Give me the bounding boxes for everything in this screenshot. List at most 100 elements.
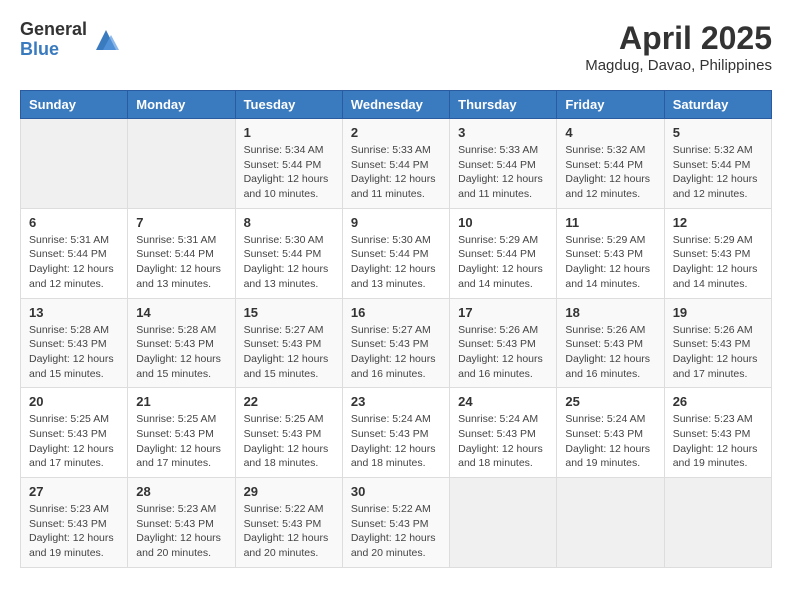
day-info: Sunrise: 5:26 AM Sunset: 5:43 PM Dayligh…	[565, 323, 655, 382]
calendar-cell: 9 Sunrise: 5:30 AM Sunset: 5:44 PM Daylig…	[342, 208, 449, 298]
week-row-1: 1 Sunrise: 5:34 AM Sunset: 5:44 PM Daylig…	[21, 119, 772, 209]
day-number: 25	[565, 394, 655, 409]
weekday-header-row: SundayMondayTuesdayWednesdayThursdayFrid…	[21, 91, 772, 119]
day-number: 9	[351, 215, 441, 230]
day-number: 10	[458, 215, 548, 230]
calendar-cell	[450, 478, 557, 568]
day-info: Sunrise: 5:32 AM Sunset: 5:44 PM Dayligh…	[565, 143, 655, 202]
day-info: Sunrise: 5:31 AM Sunset: 5:44 PM Dayligh…	[136, 233, 226, 292]
day-info: Sunrise: 5:25 AM Sunset: 5:43 PM Dayligh…	[136, 412, 226, 471]
day-number: 20	[29, 394, 119, 409]
day-number: 2	[351, 125, 441, 140]
day-info: Sunrise: 5:31 AM Sunset: 5:44 PM Dayligh…	[29, 233, 119, 292]
day-info: Sunrise: 5:28 AM Sunset: 5:43 PM Dayligh…	[136, 323, 226, 382]
day-number: 7	[136, 215, 226, 230]
calendar-cell: 25Sunrise: 5:24 AM Sunset: 5:43 PM Dayli…	[557, 388, 664, 478]
day-number: 5	[673, 125, 763, 140]
calendar-cell: 1 Sunrise: 5:34 AM Sunset: 5:44 PM Daylig…	[235, 119, 342, 209]
month-title: April 2025	[585, 20, 772, 57]
day-number: 23	[351, 394, 441, 409]
calendar-table: SundayMondayTuesdayWednesdayThursdayFrid…	[20, 90, 772, 568]
day-number: 29	[244, 484, 334, 499]
weekday-header-thursday: Thursday	[450, 91, 557, 119]
week-row-4: 20 Sunrise: 5:25 AM Sunset: 5:43 PM Dayli…	[21, 388, 772, 478]
title-block: April 2025 Magdug, Davao, Philippines	[585, 20, 772, 74]
calendar-cell: 6 Sunrise: 5:31 AM Sunset: 5:44 PM Daylig…	[21, 208, 128, 298]
day-number: 1	[244, 125, 334, 140]
calendar-cell: 12 Sunrise: 5:29 AM Sunset: 5:43 PM Dayli…	[664, 208, 771, 298]
weekday-header-wednesday: Wednesday	[342, 91, 449, 119]
calendar-cell: 18 Sunrise: 5:26 AM Sunset: 5:43 PM Dayli…	[557, 298, 664, 388]
calendar-cell: 8 Sunrise: 5:30 AM Sunset: 5:44 PM Daylig…	[235, 208, 342, 298]
calendar-cell: 5 Sunrise: 5:32 AM Sunset: 5:44 PM Daylig…	[664, 119, 771, 209]
week-row-3: 13 Sunrise: 5:28 AM Sunset: 5:43 PM Dayli…	[21, 298, 772, 388]
calendar-cell: 13 Sunrise: 5:28 AM Sunset: 5:43 PM Dayli…	[21, 298, 128, 388]
day-info: Sunrise: 5:29 AM Sunset: 5:43 PM Dayligh…	[565, 233, 655, 292]
day-number: 13	[29, 305, 119, 320]
weekday-header-saturday: Saturday	[664, 91, 771, 119]
calendar-cell: 2Sunrise: 5:33 AM Sunset: 5:44 PM Daylig…	[342, 119, 449, 209]
calendar-cell: 30Sunrise: 5:22 AM Sunset: 5:43 PM Dayli…	[342, 478, 449, 568]
calendar-cell: 19Sunrise: 5:26 AM Sunset: 5:43 PM Dayli…	[664, 298, 771, 388]
day-number: 16	[351, 305, 441, 320]
day-number: 18	[565, 305, 655, 320]
day-number: 11	[565, 215, 655, 230]
weekday-header-sunday: Sunday	[21, 91, 128, 119]
calendar-cell: 11 Sunrise: 5:29 AM Sunset: 5:43 PM Dayli…	[557, 208, 664, 298]
week-row-2: 6 Sunrise: 5:31 AM Sunset: 5:44 PM Daylig…	[21, 208, 772, 298]
calendar-cell	[557, 478, 664, 568]
day-number: 15	[244, 305, 334, 320]
day-info: Sunrise: 5:25 AM Sunset: 5:43 PM Dayligh…	[244, 412, 334, 471]
calendar-cell: 28 Sunrise: 5:23 AM Sunset: 5:43 PM Dayli…	[128, 478, 235, 568]
weekday-header-friday: Friday	[557, 91, 664, 119]
day-number: 28	[136, 484, 226, 499]
day-info: Sunrise: 5:29 AM Sunset: 5:43 PM Dayligh…	[673, 233, 763, 292]
day-info: Sunrise: 5:26 AM Sunset: 5:43 PM Dayligh…	[673, 323, 763, 382]
day-number: 8	[244, 215, 334, 230]
weekday-header-monday: Monday	[128, 91, 235, 119]
week-row-5: 27 Sunrise: 5:23 AM Sunset: 5:43 PM Dayli…	[21, 478, 772, 568]
day-info: Sunrise: 5:23 AM Sunset: 5:43 PM Dayligh…	[136, 502, 226, 561]
location-subtitle: Magdug, Davao, Philippines	[585, 57, 772, 74]
day-info: Sunrise: 5:34 AM Sunset: 5:44 PM Dayligh…	[244, 143, 334, 202]
calendar-cell: 26 Sunrise: 5:23 AM Sunset: 5:43 PM Dayli…	[664, 388, 771, 478]
day-info: Sunrise: 5:30 AM Sunset: 5:44 PM Dayligh…	[244, 233, 334, 292]
day-info: Sunrise: 5:23 AM Sunset: 5:43 PM Dayligh…	[673, 412, 763, 471]
day-number: 24	[458, 394, 548, 409]
day-info: Sunrise: 5:22 AM Sunset: 5:43 PM Dayligh…	[351, 502, 441, 561]
calendar-cell: 23Sunrise: 5:24 AM Sunset: 5:43 PM Dayli…	[342, 388, 449, 478]
calendar-cell: 27 Sunrise: 5:23 AM Sunset: 5:43 PM Dayli…	[21, 478, 128, 568]
day-info: Sunrise: 5:26 AM Sunset: 5:43 PM Dayligh…	[458, 323, 548, 382]
calendar-cell: 24 Sunrise: 5:24 AM Sunset: 5:43 PM Dayli…	[450, 388, 557, 478]
day-info: Sunrise: 5:28 AM Sunset: 5:43 PM Dayligh…	[29, 323, 119, 382]
day-info: Sunrise: 5:32 AM Sunset: 5:44 PM Dayligh…	[673, 143, 763, 202]
calendar-cell: 3 Sunrise: 5:33 AM Sunset: 5:44 PM Daylig…	[450, 119, 557, 209]
day-info: Sunrise: 5:30 AM Sunset: 5:44 PM Dayligh…	[351, 233, 441, 292]
calendar-cell: 15 Sunrise: 5:27 AM Sunset: 5:43 PM Dayli…	[235, 298, 342, 388]
logo-icon	[91, 25, 121, 55]
day-info: Sunrise: 5:23 AM Sunset: 5:43 PM Dayligh…	[29, 502, 119, 561]
calendar-cell: 14Sunrise: 5:28 AM Sunset: 5:43 PM Dayli…	[128, 298, 235, 388]
day-info: Sunrise: 5:33 AM Sunset: 5:44 PM Dayligh…	[458, 143, 548, 202]
day-number: 6	[29, 215, 119, 230]
day-number: 27	[29, 484, 119, 499]
logo-blue-text: Blue	[20, 40, 87, 60]
calendar-cell: 29 Sunrise: 5:22 AM Sunset: 5:43 PM Dayli…	[235, 478, 342, 568]
weekday-header-tuesday: Tuesday	[235, 91, 342, 119]
day-number: 4	[565, 125, 655, 140]
day-info: Sunrise: 5:22 AM Sunset: 5:43 PM Dayligh…	[244, 502, 334, 561]
day-number: 12	[673, 215, 763, 230]
calendar-cell	[128, 119, 235, 209]
calendar-cell: 20Sunrise: 5:25 AM Sunset: 5:43 PM Dayli…	[21, 388, 128, 478]
calendar-cell: 7 Sunrise: 5:31 AM Sunset: 5:44 PM Daylig…	[128, 208, 235, 298]
calendar-cell: 21 Sunrise: 5:25 AM Sunset: 5:43 PM Dayli…	[128, 388, 235, 478]
day-info: Sunrise: 5:27 AM Sunset: 5:43 PM Dayligh…	[244, 323, 334, 382]
day-number: 26	[673, 394, 763, 409]
calendar-cell: 16Sunrise: 5:27 AM Sunset: 5:43 PM Dayli…	[342, 298, 449, 388]
calendar-cell: 17 Sunrise: 5:26 AM Sunset: 5:43 PM Dayli…	[450, 298, 557, 388]
calendar-cell: 10Sunrise: 5:29 AM Sunset: 5:44 PM Dayli…	[450, 208, 557, 298]
day-info: Sunrise: 5:24 AM Sunset: 5:43 PM Dayligh…	[458, 412, 548, 471]
day-number: 3	[458, 125, 548, 140]
day-number: 17	[458, 305, 548, 320]
day-number: 21	[136, 394, 226, 409]
